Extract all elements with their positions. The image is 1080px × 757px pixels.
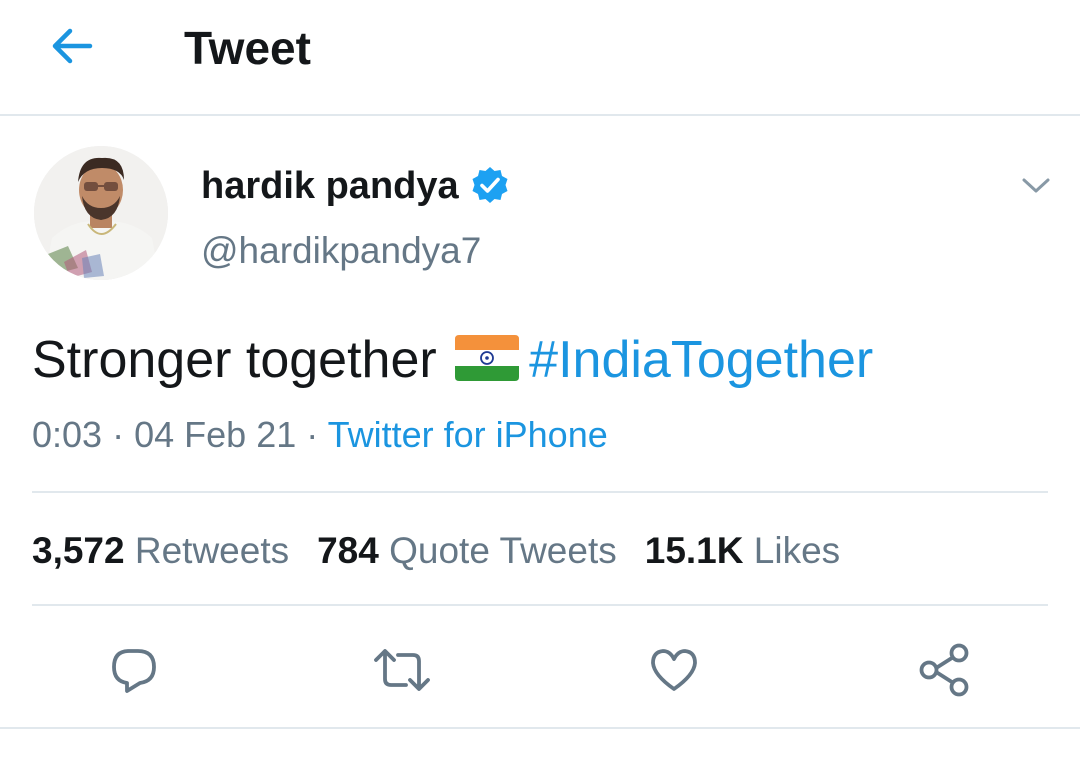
heart-icon xyxy=(651,649,697,691)
retweet-icon xyxy=(374,649,430,691)
quote-tweets-count: 784 xyxy=(317,530,379,571)
like-button[interactable] xyxy=(642,638,706,702)
divider xyxy=(0,727,1080,729)
divider xyxy=(32,491,1048,493)
tweet-source-link[interactable]: Twitter for iPhone xyxy=(328,414,608,455)
share-icon xyxy=(919,643,969,697)
meta-separator: · xyxy=(306,414,319,455)
author-handle[interactable]: @hardikpandya7 xyxy=(201,228,481,274)
profile-photo xyxy=(34,146,168,280)
likes-label: Likes xyxy=(753,530,841,571)
page-title: Tweet xyxy=(184,22,311,74)
meta-separator: · xyxy=(112,414,125,455)
retweets-stat[interactable]: 3,572 Retweets xyxy=(32,528,289,574)
likes-stat[interactable]: 15.1K Likes xyxy=(645,528,840,574)
back-button[interactable] xyxy=(46,24,98,68)
chevron-down-icon xyxy=(1022,178,1050,193)
likes-count: 15.1K xyxy=(644,530,744,571)
retweets-count: 3,572 xyxy=(32,530,125,571)
retweet-button[interactable] xyxy=(370,638,434,702)
hashtag-link[interactable]: #IndiaTogether xyxy=(529,331,873,389)
tweet-date: 04 Feb 21 xyxy=(134,414,297,455)
tweet-stats: 3,572 Retweets 784 Quote Tweets 15.1K Like… xyxy=(32,528,868,574)
tweet-metadata: 0:03 · 04 Feb 21 · Twitter for iPhone xyxy=(32,413,608,457)
india-flag-icon xyxy=(455,335,520,381)
divider xyxy=(32,604,1048,606)
tweet-body: Stronger together xyxy=(32,331,437,389)
verified-badge-icon xyxy=(472,167,508,203)
author-display-name[interactable]: hardik pandya xyxy=(201,163,459,209)
quote-tweets-stat[interactable]: 784 Quote Tweets xyxy=(317,528,617,574)
tweet-text: Stronger together #IndiaTogether xyxy=(32,328,873,392)
top-bar: Tweet xyxy=(0,0,1080,116)
tweet-options-button[interactable] xyxy=(1014,170,1058,202)
share-button[interactable] xyxy=(912,638,976,702)
avatar[interactable] xyxy=(34,146,168,280)
quote-tweets-label: Quote Tweets xyxy=(389,530,617,571)
reply-icon xyxy=(112,649,156,693)
tweet-time: 0:03 xyxy=(32,414,103,455)
retweets-label: Retweets xyxy=(134,530,290,571)
reply-button[interactable] xyxy=(102,638,166,702)
arrow-left-icon xyxy=(52,28,93,64)
